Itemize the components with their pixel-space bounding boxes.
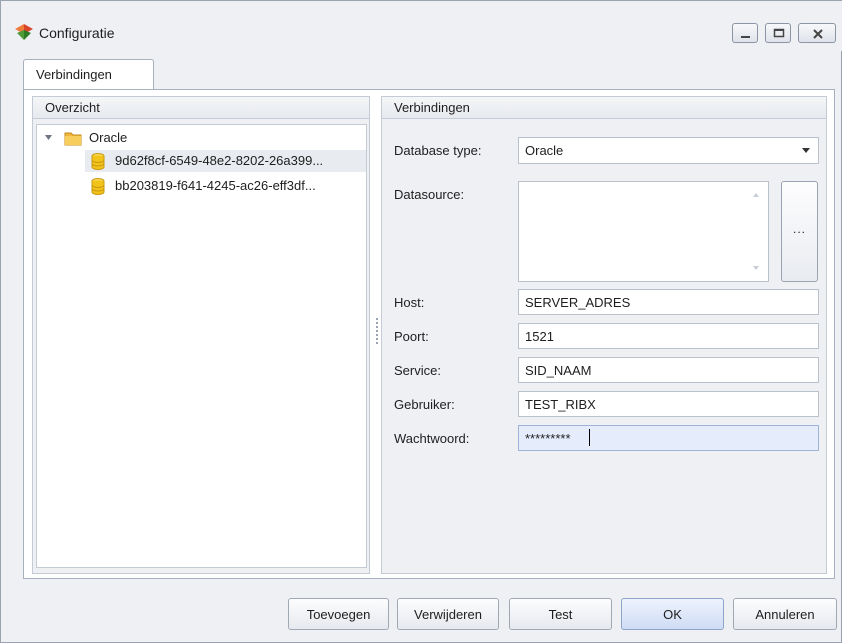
tree-root-label: Oracle [89,130,128,145]
connection-tree[interactable]: Oracle 9d62f8cf-6549-48e2-8202-26a399... [36,124,367,568]
configuration-window: Configuratie Verbindingen Overzicht Orac… [0,0,842,643]
minimize-button[interactable] [732,23,758,43]
datasource-textarea[interactable] [518,181,769,282]
title-bar: Configuratie [1,1,842,51]
database-type-label: Database type: [394,143,482,158]
folder-icon [64,132,82,146]
ok-button[interactable]: OK [621,598,724,630]
overview-title: Overzicht [45,100,100,115]
cancel-button-label: Annuleren [755,607,815,622]
database-icon [91,153,105,170]
port-label: Poort: [394,329,429,344]
scroll-up-icon[interactable] [753,193,759,197]
user-field[interactable]: TEST_RIBX [518,391,819,417]
connection-title: Verbindingen [394,100,470,115]
host-label: Host: [394,295,425,310]
tree-child-label: bb203819-f641-4245-ac26-eff3df... [115,178,316,193]
scroll-down-icon[interactable] [753,266,759,270]
test-button[interactable]: Test [509,598,612,630]
test-button-label: Test [548,607,573,622]
password-value: ********* [525,431,571,446]
tab-content: Overzicht Oracle 9d62f8cf-6549-48e2-8202… [23,89,835,579]
password-label: Wachtwoord: [394,431,470,446]
cancel-button[interactable]: Annuleren [733,598,837,630]
service-label: Service: [394,363,441,378]
tree-node-connection[interactable]: bb203819-f641-4245-ac26-eff3df... [85,175,366,197]
host-field[interactable]: SERVER_ADRES [518,289,819,315]
close-button[interactable] [798,23,836,43]
password-field[interactable]: ********* [518,425,819,451]
browse-label: ... [792,222,806,236]
overview-panel: Overzicht Oracle 9d62f8cf-6549-48e2-8202… [32,96,370,574]
service-field[interactable]: SID_NAAM [518,357,819,383]
database-type-select[interactable]: Oracle [518,137,819,164]
port-value: 1521 [525,329,554,344]
overview-header: Overzicht [33,97,369,119]
datasource-label: Datasource: [394,187,465,202]
tree-node-oracle[interactable]: Oracle [37,127,366,149]
maximize-icon [773,28,785,38]
expand-arrow-icon[interactable] [45,134,53,142]
maximize-button[interactable] [765,23,791,43]
tree-child-label: 9d62f8cf-6549-48e2-8202-26a399... [115,153,324,168]
user-value: TEST_RIBX [525,397,596,412]
window-title: Configuratie [39,25,115,41]
remove-button[interactable]: Verwijderen [397,598,499,630]
database-icon [91,178,105,195]
port-field[interactable]: 1521 [518,323,819,349]
chevron-down-icon [802,148,810,153]
remove-button-label: Verwijderen [414,607,482,622]
user-label: Gebruiker: [394,397,455,412]
connection-panel: Verbindingen Database type: Oracle Datas… [381,96,827,574]
tab-verbindingen[interactable]: Verbindingen [23,59,154,90]
app-icon [15,24,33,40]
tab-label: Verbindingen [36,67,112,82]
add-button[interactable]: Toevoegen [288,598,389,630]
tree-node-connection[interactable]: 9d62f8cf-6549-48e2-8202-26a399... [85,150,366,172]
browse-datasource-button[interactable]: ... [781,181,818,282]
close-icon [813,29,823,39]
panel-splitter[interactable] [375,318,379,348]
ok-button-label: OK [663,607,682,622]
service-value: SID_NAAM [525,363,592,378]
host-value: SERVER_ADRES [525,295,631,310]
text-caret [589,429,590,446]
minimize-icon [741,36,750,38]
add-button-label: Toevoegen [306,607,371,622]
database-type-value: Oracle [525,143,564,158]
connection-header: Verbindingen [382,97,826,119]
